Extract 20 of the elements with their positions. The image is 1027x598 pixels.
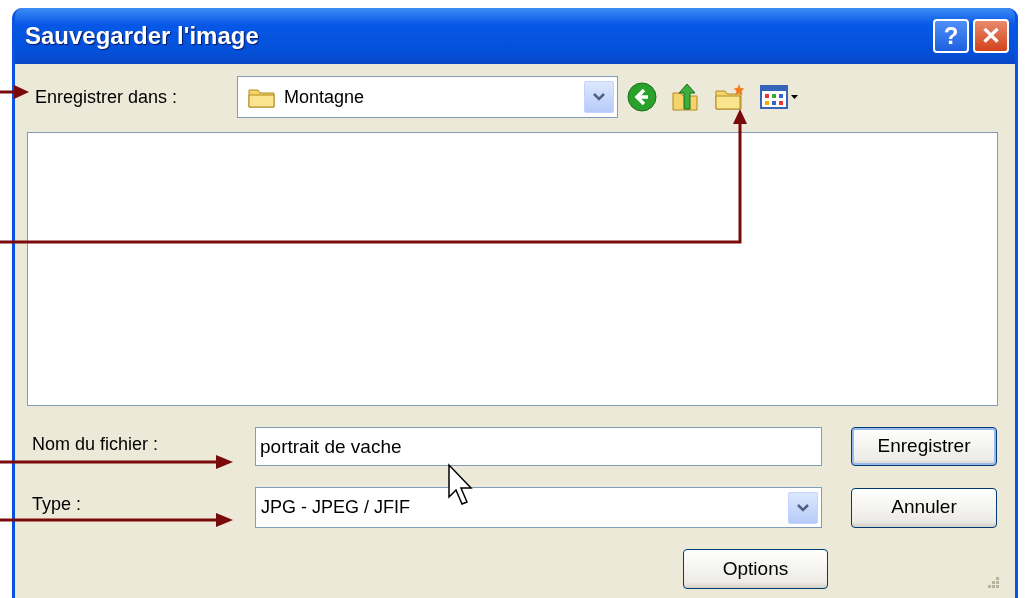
- save-in-dropdown[interactable]: Montagne: [237, 76, 618, 118]
- cancel-button[interactable]: Annuler: [851, 487, 997, 528]
- field-label: Enregistrer dans :: [34, 85, 179, 109]
- options-button[interactable]: Options: [683, 549, 828, 589]
- back-icon[interactable]: [626, 81, 658, 113]
- resize-grip-icon[interactable]: [986, 575, 1000, 589]
- save-button[interactable]: Enregistrer: [851, 427, 997, 466]
- field-label: Type :: [31, 493, 83, 516]
- file-name-field[interactable]: portrait de vache: [255, 427, 822, 466]
- help-button[interactable]: ?: [933, 19, 969, 53]
- field-label: Nom du fichier :: [31, 433, 160, 456]
- view-menu-icon[interactable]: [760, 84, 800, 110]
- file-type-dropdown[interactable]: JPG - JPEG / JFIF: [255, 487, 822, 528]
- folder-icon: [248, 86, 276, 108]
- dropdown-value: Montagne: [284, 85, 366, 109]
- window-title: Sauvegarder l'image: [25, 21, 260, 51]
- leader-line: [0, 85, 29, 99]
- dropdown-value: JPG - JPEG / JFIF: [261, 496, 411, 519]
- mouse-cursor-icon: [448, 463, 473, 505]
- file-list[interactable]: [27, 132, 998, 406]
